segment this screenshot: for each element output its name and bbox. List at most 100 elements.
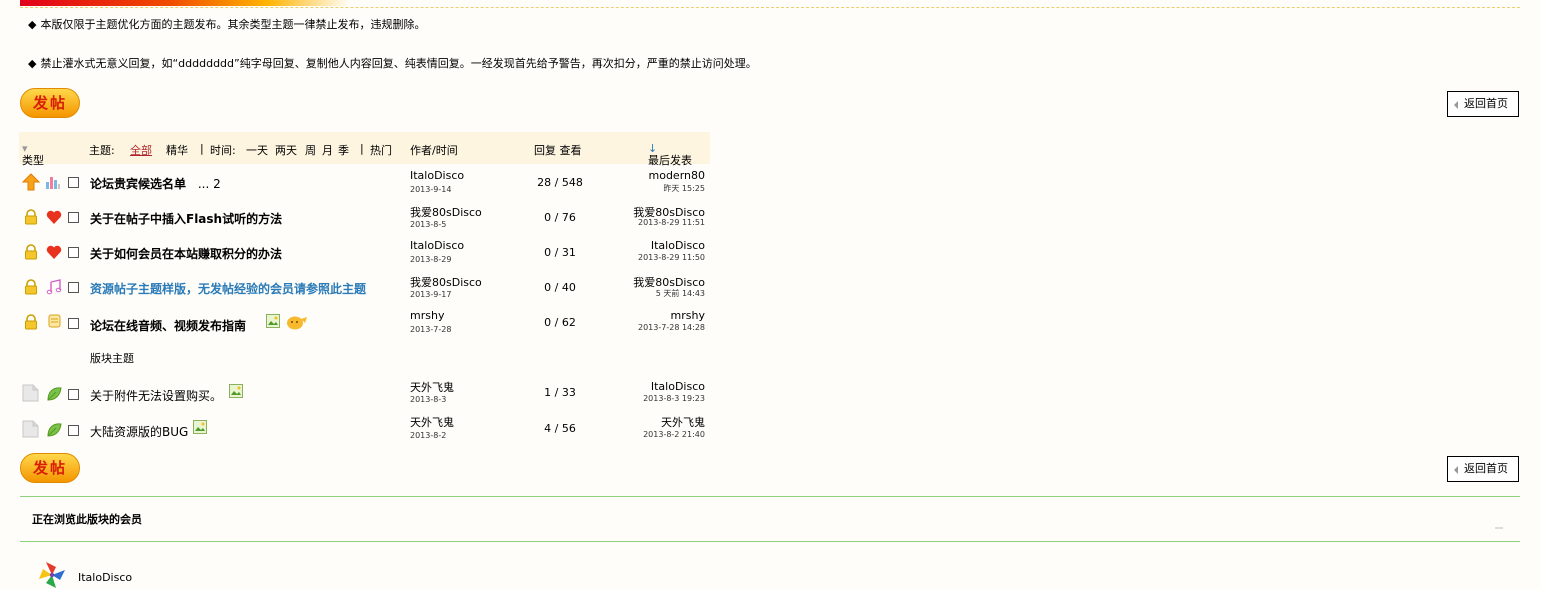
last-post-user[interactable]: mrshy [565, 309, 705, 322]
thread-checkbox[interactable] [68, 177, 79, 188]
rule-notice-1: ◆ 本版仅限于主题优化方面的主题发布。其余类型主题一律禁止发布，违规删除。 [28, 16, 425, 32]
thread-title-link[interactable]: 关于如何会员在本站赚取积分的办法 [90, 247, 282, 261]
post-date: 2013-9-14 [410, 185, 452, 194]
post-date: 2013-8-3 [410, 395, 447, 404]
thread-list-header: 类型 ▾ 主题: 全部 精华 | 时间: 一天 两天 周 月 季 | 热门 作者/… [19, 132, 710, 167]
author-link[interactable]: ItaloDisco [410, 239, 464, 252]
left-arrow-icon [1454, 466, 1458, 474]
scroll-icon [48, 314, 61, 328]
lock-icon [25, 244, 37, 260]
thread-title-link[interactable]: 关于在帖子中插入Flash试听的方法 [90, 212, 282, 226]
filter-all[interactable]: 全部 [130, 142, 152, 158]
back-home-label: 返回首页 [1464, 97, 1508, 110]
banner-gradient [20, 0, 350, 6]
last-post-time[interactable]: 2013-8-3 19:23 [565, 394, 705, 403]
chart-icon [46, 177, 60, 189]
collapse-handle[interactable] [1495, 527, 1503, 529]
thread-title-link[interactable]: 大陆资源版的BUG [90, 425, 188, 439]
last-post-time[interactable]: 2013-8-29 11:50 [565, 253, 705, 262]
thread-title-link[interactable]: 关于附件无法设置购买。 [90, 389, 222, 403]
author-link[interactable]: ItaloDisco [410, 169, 464, 182]
post-date: 2013-9-17 [410, 290, 452, 299]
last-post-user[interactable]: ItaloDisco [565, 380, 705, 393]
thread-checkbox[interactable] [68, 425, 79, 436]
notice-text: 禁止灌水式无意义回复，如“dddddddd”纯字母回复、复制他人内容回复、纯表情… [40, 57, 757, 70]
last-post-time[interactable]: 2013-7-28 14:28 [565, 323, 705, 332]
filter-quarter[interactable]: 季 [338, 142, 349, 158]
image-attachment-icon [193, 420, 207, 434]
hot-topic-icon [287, 316, 307, 330]
thread-row: 关于如何会员在本站赚取积分的办法 [90, 245, 282, 262]
filter-month[interactable]: 月 [322, 142, 333, 158]
last-post-label: 最后发表 [648, 154, 692, 167]
thread-checkbox[interactable] [68, 389, 79, 400]
time-label: 时间: [210, 144, 236, 157]
author-link[interactable]: 我爱80sDisco [410, 274, 482, 290]
type-filter[interactable]: 类型 ▾ [22, 142, 44, 167]
back-home-button-bottom[interactable]: 返回首页 [1447, 456, 1519, 482]
last-post-sort[interactable]: 最后发表 ↓ [648, 142, 692, 167]
lock-icon [25, 209, 37, 225]
member-link[interactable]: ItaloDisco [78, 571, 132, 584]
member-avatar-icon [39, 562, 65, 588]
leaf-icon [47, 387, 62, 401]
heart-icon [46, 245, 62, 259]
thread-title-link[interactable]: 论坛在线音频、视频发布指南 [90, 319, 246, 333]
thread-checkbox[interactable] [68, 318, 79, 329]
top-banner [20, 0, 1520, 8]
image-attachment-icon [266, 314, 280, 328]
thread-row: 论坛在线音频、视频发布指南 [90, 317, 246, 334]
last-post-time[interactable]: 2013-8-2 21:40 [565, 430, 705, 439]
filter-two-days[interactable]: 两天 [275, 142, 297, 158]
filter-digest[interactable]: 精华 [166, 142, 188, 158]
document-icon [22, 384, 39, 402]
filter-day[interactable]: 一天 [246, 142, 268, 158]
bullet: ◆ [28, 57, 37, 70]
thread-checkbox[interactable] [68, 247, 79, 258]
lock-icon [25, 314, 37, 330]
author-link[interactable]: mrshy [410, 309, 444, 322]
filter-hot[interactable]: 热门 [370, 142, 392, 158]
new-post-button[interactable]: 发帖 [20, 88, 80, 118]
bullet: ◆ [28, 18, 37, 31]
author-link[interactable]: 天外飞鬼 [410, 379, 454, 395]
last-post-time[interactable]: 2013-8-29 11:51 [565, 218, 705, 227]
last-post-user[interactable]: 天外飞鬼 [565, 414, 705, 430]
thread-checkbox[interactable] [68, 212, 79, 223]
notice-text: 本版仅限于主题优化方面的主题发布。其余类型主题一律禁止发布，违规删除。 [40, 18, 426, 31]
separator: | [200, 142, 204, 155]
thread-row: 论坛贵宾候选名单 ... 2 [90, 175, 221, 192]
thread-title-link[interactable]: 论坛贵宾候选名单 [90, 177, 186, 191]
music-icon [46, 279, 62, 295]
last-post-user[interactable]: modern80 [565, 169, 706, 182]
last-post-time[interactable]: 5 天前 14:43 [565, 288, 705, 299]
image-attachment-icon [229, 384, 243, 398]
post-date: 2013-8-5 [410, 220, 447, 229]
browsing-members-title: 正在浏览此版块的会员 [32, 513, 142, 526]
leaf-icon [47, 423, 62, 437]
divider [20, 541, 1520, 542]
thread-checkbox[interactable] [68, 282, 79, 293]
divider [20, 496, 1520, 497]
section-label: 版块主题 [90, 352, 134, 365]
author-time-header: 作者/时间 [410, 144, 458, 157]
page-link[interactable]: ... 2 [198, 177, 221, 191]
last-post-user[interactable]: ItaloDisco [565, 239, 705, 252]
author-link[interactable]: 天外飞鬼 [410, 414, 454, 430]
thread-row: 大陆资源版的BUG [90, 423, 188, 440]
thread-title-link[interactable]: 资源帖子主题样版，无发帖经验的会员请参照此主题 [90, 282, 366, 296]
back-home-label: 返回首页 [1464, 462, 1508, 475]
rule-notice-2: ◆ 禁止灌水式无意义回复，如“dddddddd”纯字母回复、复制他人内容回复、纯表… [28, 55, 757, 71]
arrow-up-icon [22, 173, 40, 191]
thread-row: 关于在帖子中插入Flash试听的方法 [90, 210, 282, 227]
document-icon [22, 420, 39, 438]
back-home-button[interactable]: 返回首页 [1447, 91, 1519, 117]
filter-week[interactable]: 周 [305, 142, 316, 158]
thread-row: 关于附件无法设置购买。 [90, 387, 222, 404]
author-link[interactable]: 我爱80sDisco [410, 204, 482, 220]
last-post-time[interactable]: 昨天 15:25 [565, 183, 705, 194]
new-post-button-bottom[interactable]: 发帖 [20, 453, 80, 483]
type-label: 类型 [22, 154, 44, 167]
reply-view-header: 回复 查看 [534, 144, 582, 157]
subject-label: 主题: [89, 144, 115, 157]
